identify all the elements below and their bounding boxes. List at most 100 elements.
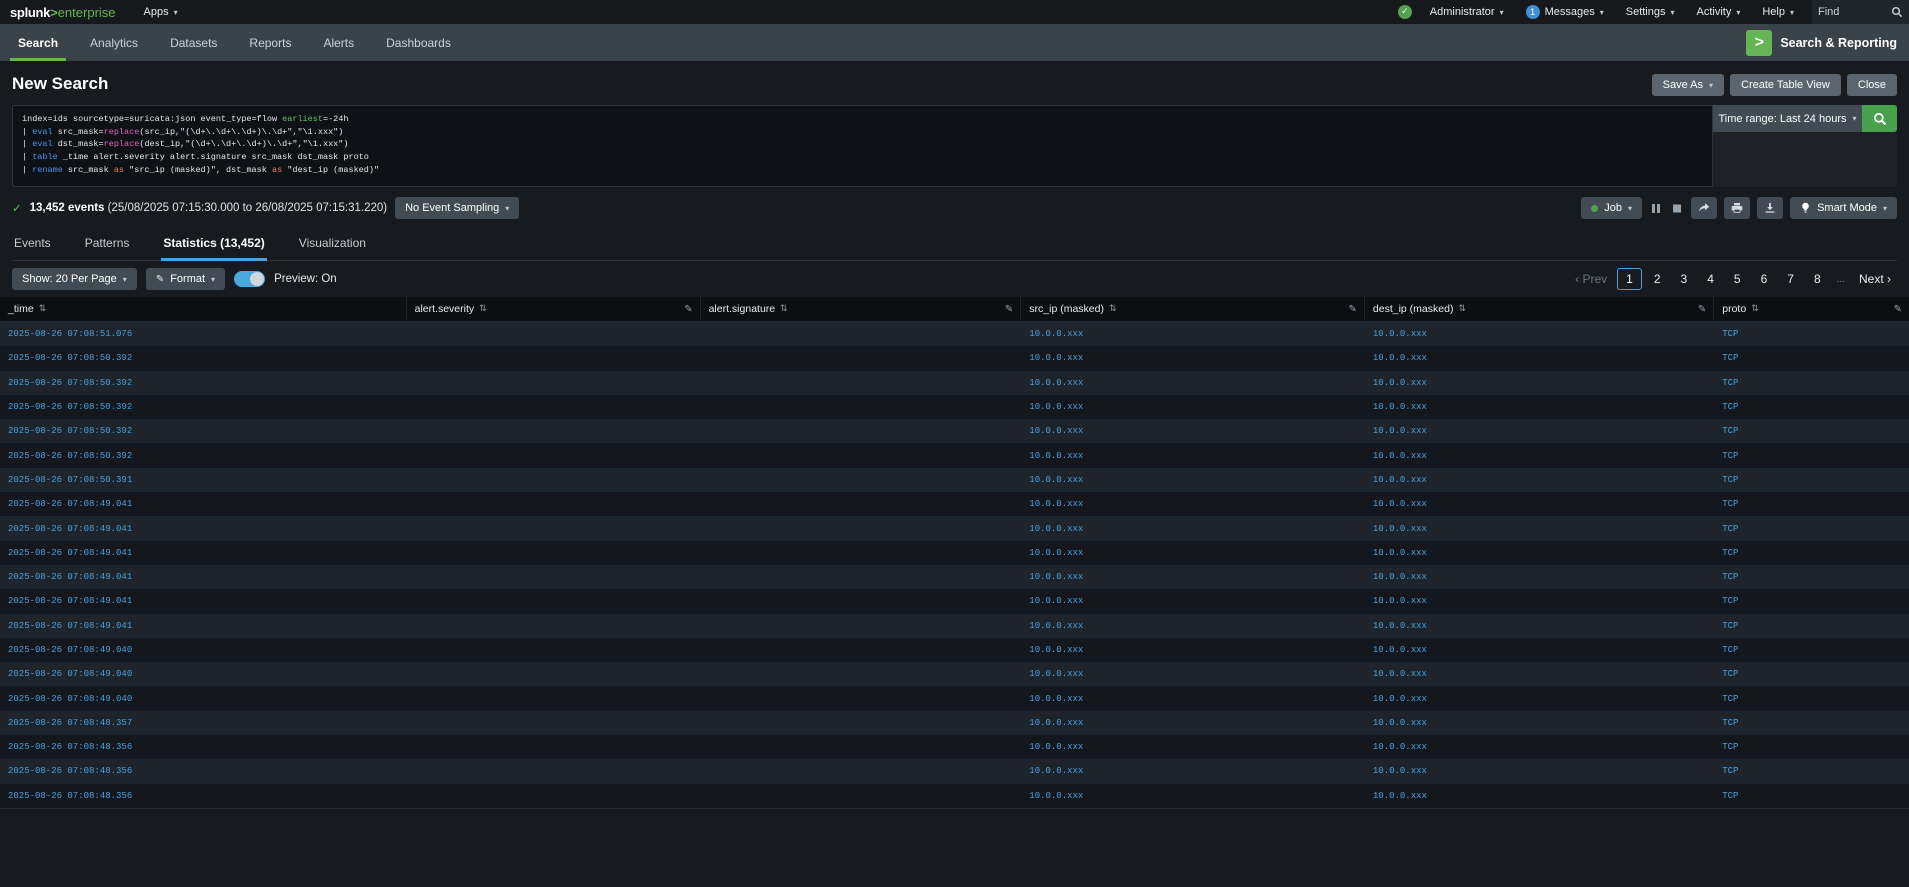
cell-proto[interactable]: TCP xyxy=(1714,378,1909,388)
cell-src[interactable]: 10.0.0.xxx xyxy=(1021,694,1365,704)
tab-statistics[interactable]: Statistics (13,452) xyxy=(161,231,267,261)
tab-patterns[interactable]: Patterns xyxy=(83,231,132,260)
cell-time[interactable]: 2025-08-26 07:08:48.356 xyxy=(0,766,407,776)
system-status-icon[interactable]: ✓ xyxy=(1397,5,1412,19)
cell-src[interactable]: 10.0.0.xxx xyxy=(1021,475,1365,485)
search-mode-button[interactable]: Smart Mode ▾ xyxy=(1790,197,1897,219)
page-4[interactable]: 4 xyxy=(1699,269,1722,289)
page-2[interactable]: 2 xyxy=(1646,269,1669,289)
administrator-menu[interactable]: Administrator ▾ xyxy=(1426,0,1508,24)
cell-src[interactable]: 10.0.0.xxx xyxy=(1021,572,1365,582)
cell-dest[interactable]: 10.0.0.xxx xyxy=(1365,329,1714,339)
cell-dest[interactable]: 10.0.0.xxx xyxy=(1365,669,1714,679)
save-as-button[interactable]: Save As ▾ xyxy=(1651,74,1724,96)
page-7[interactable]: 7 xyxy=(1779,269,1802,289)
current-app[interactable]: > Search & Reporting xyxy=(1746,24,1909,61)
column-header-src-ip[interactable]: src_ip (masked) ⇅ ✎ xyxy=(1021,297,1365,321)
cell-src[interactable]: 10.0.0.xxx xyxy=(1021,621,1365,631)
splunk-logo[interactable]: splunk > enterprise xyxy=(10,5,116,20)
page-6[interactable]: 6 xyxy=(1753,269,1776,289)
cell-dest[interactable]: 10.0.0.xxx xyxy=(1365,596,1714,606)
cell-dest[interactable]: 10.0.0.xxx xyxy=(1365,499,1714,509)
cell-dest[interactable]: 10.0.0.xxx xyxy=(1365,718,1714,728)
cell-src[interactable]: 10.0.0.xxx xyxy=(1021,718,1365,728)
cell-dest[interactable]: 10.0.0.xxx xyxy=(1365,426,1714,436)
cell-time[interactable]: 2025-08-26 07:08:50.392 xyxy=(0,402,407,412)
cell-dest[interactable]: 10.0.0.xxx xyxy=(1365,524,1714,534)
column-header-alert-severity[interactable]: alert.severity ⇅ ✎ xyxy=(407,297,701,321)
cell-proto[interactable]: TCP xyxy=(1714,766,1909,776)
cell-proto[interactable]: TCP xyxy=(1714,499,1909,509)
cell-proto[interactable]: TCP xyxy=(1714,548,1909,558)
cell-dest[interactable]: 10.0.0.xxx xyxy=(1365,353,1714,363)
edit-column-icon[interactable]: ✎ xyxy=(1349,304,1357,315)
tab-events[interactable]: Events xyxy=(12,231,53,260)
cell-src[interactable]: 10.0.0.xxx xyxy=(1021,329,1365,339)
cell-src[interactable]: 10.0.0.xxx xyxy=(1021,524,1365,534)
cell-dest[interactable]: 10.0.0.xxx xyxy=(1365,645,1714,655)
column-header-proto[interactable]: proto ⇅ ✎ xyxy=(1714,297,1909,321)
edit-column-icon[interactable]: ✎ xyxy=(684,304,692,315)
cell-proto[interactable]: TCP xyxy=(1714,645,1909,655)
cell-dest[interactable]: 10.0.0.xxx xyxy=(1365,572,1714,582)
edit-column-icon[interactable]: ✎ xyxy=(1698,304,1706,315)
cell-time[interactable]: 2025-08-26 07:08:50.392 xyxy=(0,451,407,461)
cell-src[interactable]: 10.0.0.xxx xyxy=(1021,402,1365,412)
nav-item-reports[interactable]: Reports xyxy=(233,24,307,61)
cell-time[interactable]: 2025-08-26 07:08:48.357 xyxy=(0,718,407,728)
export-button[interactable] xyxy=(1757,197,1784,219)
cell-dest[interactable]: 10.0.0.xxx xyxy=(1365,694,1714,704)
pause-button[interactable] xyxy=(1649,203,1663,214)
cell-src[interactable]: 10.0.0.xxx xyxy=(1021,596,1365,606)
time-range-picker[interactable]: Time range: Last 24 hours ▾ xyxy=(1713,105,1862,132)
cell-time[interactable]: 2025-08-26 07:08:50.392 xyxy=(0,378,407,388)
cell-dest[interactable]: 10.0.0.xxx xyxy=(1365,548,1714,558)
cell-dest[interactable]: 10.0.0.xxx xyxy=(1365,451,1714,461)
cell-time[interactable]: 2025-08-26 07:08:49.041 xyxy=(0,524,407,534)
cell-time[interactable]: 2025-08-26 07:08:50.392 xyxy=(0,426,407,436)
column-header-alert-signature[interactable]: alert.signature ⇅ ✎ xyxy=(701,297,1022,321)
cell-dest[interactable]: 10.0.0.xxx xyxy=(1365,378,1714,388)
messages-menu[interactable]: 1 Messages ▾ xyxy=(1522,0,1608,24)
cell-proto[interactable]: TCP xyxy=(1714,694,1909,704)
page-8[interactable]: 8 xyxy=(1806,269,1829,289)
cell-dest[interactable]: 10.0.0.xxx xyxy=(1365,402,1714,412)
nav-item-analytics[interactable]: Analytics xyxy=(74,24,154,61)
search-query[interactable]: index=ids sourcetype=suricata:json event… xyxy=(12,105,1713,187)
nav-item-dashboards[interactable]: Dashboards xyxy=(370,24,467,61)
cell-proto[interactable]: TCP xyxy=(1714,426,1909,436)
nav-item-search[interactable]: Search xyxy=(2,24,74,61)
cell-dest[interactable]: 10.0.0.xxx xyxy=(1365,621,1714,631)
cell-src[interactable]: 10.0.0.xxx xyxy=(1021,645,1365,655)
cell-time[interactable]: 2025-08-26 07:08:49.041 xyxy=(0,596,407,606)
column-header-dest-ip[interactable]: dest_ip (masked) ⇅ ✎ xyxy=(1365,297,1715,321)
close-button[interactable]: Close xyxy=(1846,74,1897,96)
cell-time[interactable]: 2025-08-26 07:08:49.040 xyxy=(0,669,407,679)
cell-proto[interactable]: TCP xyxy=(1714,451,1909,461)
cell-src[interactable]: 10.0.0.xxx xyxy=(1021,548,1365,558)
create-table-view-button[interactable]: Create Table View xyxy=(1730,74,1841,96)
tab-visualization[interactable]: Visualization xyxy=(297,231,368,260)
cell-time[interactable]: 2025-08-26 07:08:49.041 xyxy=(0,621,407,631)
cell-proto[interactable]: TCP xyxy=(1714,475,1909,485)
page-3[interactable]: 3 xyxy=(1673,269,1696,289)
cell-src[interactable]: 10.0.0.xxx xyxy=(1021,426,1365,436)
run-search-button[interactable] xyxy=(1862,105,1897,132)
column-header-time[interactable]: _time ⇅ xyxy=(0,297,407,321)
search-icon[interactable] xyxy=(1891,6,1903,18)
cell-proto[interactable]: TCP xyxy=(1714,524,1909,534)
activity-menu[interactable]: Activity ▾ xyxy=(1693,0,1745,24)
find-input[interactable] xyxy=(1818,6,1887,18)
cell-src[interactable]: 10.0.0.xxx xyxy=(1021,766,1365,776)
page-5[interactable]: 5 xyxy=(1726,269,1749,289)
cell-proto[interactable]: TCP xyxy=(1714,353,1909,363)
cell-proto[interactable]: TCP xyxy=(1714,621,1909,631)
cell-src[interactable]: 10.0.0.xxx xyxy=(1021,378,1365,388)
nav-item-datasets[interactable]: Datasets xyxy=(154,24,233,61)
preview-toggle[interactable] xyxy=(234,271,266,287)
cell-src[interactable]: 10.0.0.xxx xyxy=(1021,499,1365,509)
cell-dest[interactable]: 10.0.0.xxx xyxy=(1365,766,1714,776)
cell-time[interactable]: 2025-08-26 07:08:49.041 xyxy=(0,499,407,509)
page-next[interactable]: Next › xyxy=(1853,269,1897,289)
print-button[interactable] xyxy=(1724,197,1751,219)
